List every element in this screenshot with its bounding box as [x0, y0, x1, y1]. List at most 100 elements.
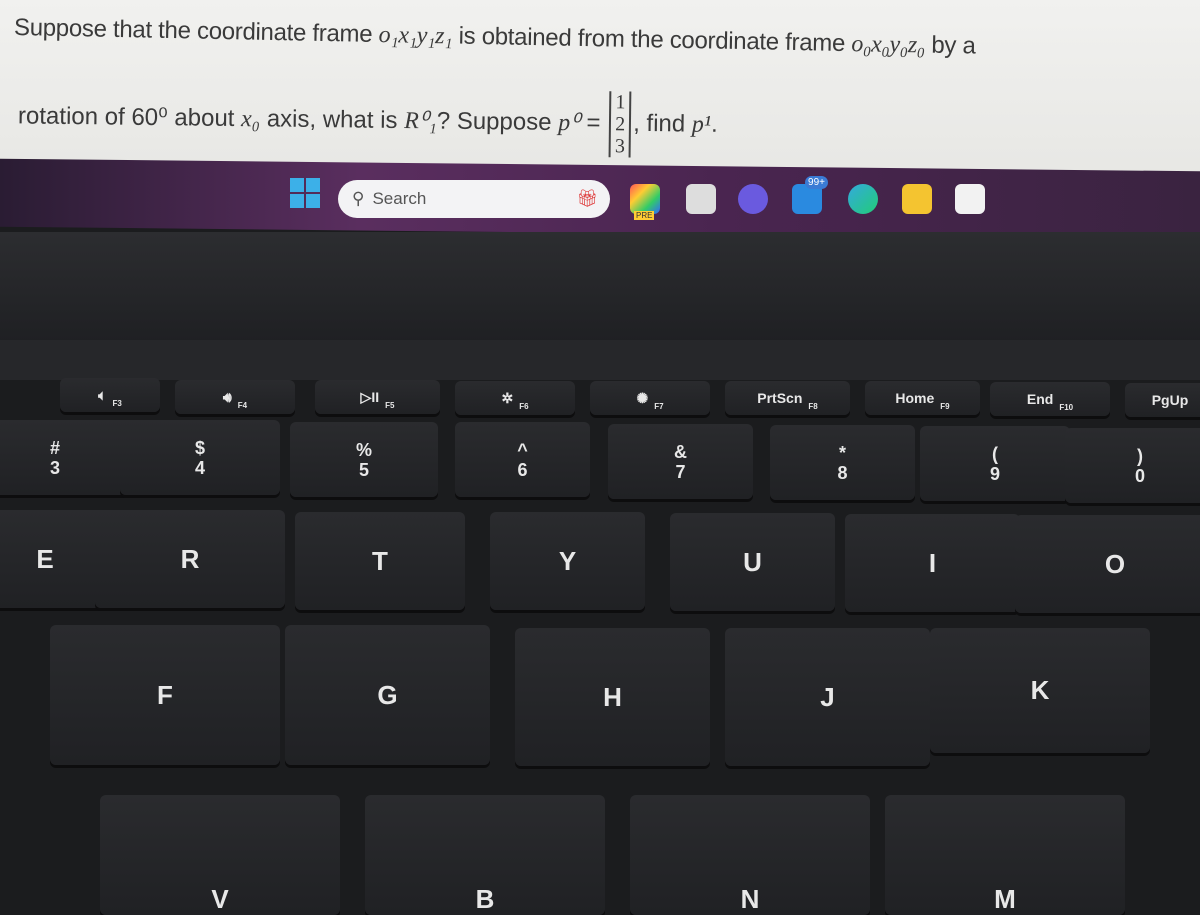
key-n[interactable]: N — [630, 795, 870, 915]
question-line-1: Suppose that the coordinate frame o₁x₁y₁… — [14, 14, 976, 60]
key-j[interactable]: J — [725, 628, 930, 766]
key-o[interactable]: O — [1015, 515, 1200, 613]
search-icon: ⚲ — [352, 189, 365, 208]
vector-entry: 2 — [615, 113, 626, 136]
vector-entry: 3 — [614, 135, 626, 158]
mail-badge: 99+ — [805, 176, 828, 189]
fn-label: F9 — [940, 402, 950, 411]
store-icon[interactable] — [955, 184, 985, 214]
key-r[interactable]: R — [95, 510, 285, 608]
key-0[interactable]: ) 0 — [1065, 428, 1200, 503]
key-shift-label: ^ — [517, 439, 528, 460]
copilot-icon[interactable]: PRE — [630, 184, 660, 220]
windows-start-icon[interactable] — [290, 178, 320, 208]
question-text: , find — [633, 109, 693, 138]
mail-icon[interactable]: 99+ — [792, 176, 828, 214]
fn-label: F4 — [237, 401, 248, 410]
key-5[interactable]: % 5 — [290, 422, 438, 497]
key-f4[interactable]: 🔊︎ F4 — [175, 380, 295, 414]
key-pgup[interactable]: PgUp — [1125, 383, 1200, 417]
frame-0: o₀x₀y₀z₀ — [851, 31, 926, 59]
mute-icon: 🔈︎ — [98, 386, 107, 403]
key-label: 8 — [837, 462, 848, 483]
key-f3[interactable]: 🔈︎ F3 — [60, 378, 160, 412]
key-4[interactable]: $4 — [120, 420, 280, 495]
key-label: 6 — [517, 459, 528, 480]
keyboard-deck — [0, 340, 1200, 380]
file-explorer-icon[interactable] — [902, 184, 932, 214]
vector-entry: 1 — [615, 91, 626, 114]
question-text: Suppose that the coordinate frame — [13, 14, 379, 48]
key-prtscn[interactable]: PrtScn F8 — [725, 381, 850, 415]
vector: 123 — [608, 91, 632, 158]
fn-label: F10 — [1059, 403, 1074, 412]
key-i[interactable]: I — [845, 514, 1020, 612]
axis: x₀ — [240, 106, 261, 133]
key-f6[interactable]: ✲ F6 — [455, 381, 575, 415]
question-text: . — [710, 110, 718, 138]
question-text: ? Suppose — [436, 107, 559, 136]
task-view-icon[interactable] — [686, 184, 716, 214]
volume-icon: 🔊︎ — [222, 388, 232, 405]
meet-icon[interactable] — [738, 184, 768, 214]
fn-label: F8 — [808, 402, 818, 411]
brightness-up-icon: ✺ — [636, 389, 649, 406]
question-text: axis, what is — [259, 105, 405, 135]
screen-bezel — [0, 232, 1200, 342]
key-label: 4 — [194, 457, 205, 478]
play-pause-icon: ▷II — [360, 388, 380, 405]
copilot-badge: PRE — [634, 211, 655, 220]
key-h[interactable]: H — [515, 628, 710, 766]
key-v[interactable]: V — [100, 795, 340, 915]
key-3[interactable]: #3 — [0, 420, 130, 495]
key-label: 3 — [49, 457, 60, 478]
key-shift-label: ( — [992, 443, 998, 464]
edge-icon[interactable] — [848, 184, 878, 214]
key-label: 5 — [358, 459, 369, 480]
key-b[interactable]: B — [365, 795, 605, 915]
key-label: End — [1026, 391, 1054, 407]
key-shift-label: ) — [1137, 445, 1143, 466]
key-shift-label: * — [838, 442, 846, 463]
question-line-2: rotation of 60⁰ about x₀ axis, what is R… — [18, 84, 719, 159]
key-home[interactable]: Home F9 — [865, 381, 980, 415]
key-g[interactable]: G — [285, 625, 490, 765]
key-label: PrtScn — [757, 390, 803, 406]
fn-label: F5 — [385, 401, 395, 410]
key-label: Home — [895, 390, 935, 406]
key-shift-label: $ — [194, 437, 205, 458]
key-8[interactable]: * 8 — [770, 425, 915, 500]
p0: p⁰ — [558, 109, 580, 137]
key-9[interactable]: (9 — [920, 426, 1070, 501]
taskbar-search[interactable]: ⚲ Search 🎁︎ — [338, 180, 610, 218]
question-text: rotation of 60⁰ about — [17, 102, 242, 133]
key-e[interactable]: E — [0, 510, 110, 608]
key-shift-label: & — [674, 441, 687, 462]
equals: = — [579, 109, 608, 137]
key-t[interactable]: T — [295, 512, 465, 610]
key-m[interactable]: M — [885, 795, 1125, 915]
fn-label: F3 — [112, 399, 122, 408]
key-7[interactable]: & 7 — [608, 424, 753, 499]
key-label: 9 — [989, 463, 1000, 484]
search-placeholder: Search — [372, 189, 427, 208]
key-y[interactable]: Y — [490, 512, 645, 610]
key-u[interactable]: U — [670, 513, 835, 611]
key-f5[interactable]: ▷II F5 — [315, 380, 440, 414]
key-end[interactable]: End F10 — [990, 382, 1110, 416]
brightness-down-icon: ✲ — [501, 389, 514, 406]
key-shift-label: # — [49, 437, 60, 458]
question-text: by a — [924, 31, 976, 60]
laptop-screen: Suppose that the coordinate frame o₁x₁y₁… — [0, 0, 1200, 180]
key-k[interactable]: K — [930, 628, 1150, 753]
p1: p¹ — [691, 111, 712, 138]
key-6[interactable]: ^ 6 — [455, 422, 590, 497]
key-f7[interactable]: ✺ F7 — [590, 381, 710, 415]
key-label: PgUp — [1151, 392, 1189, 408]
frame-1: o₁x₁y₁z₁ — [378, 22, 453, 50]
key-f[interactable]: F — [50, 625, 280, 765]
key-label: 7 — [675, 461, 686, 482]
key-shift-label: % — [355, 439, 372, 460]
fn-label: F6 — [519, 402, 529, 411]
gift-icon: 🎁︎ — [576, 189, 598, 208]
